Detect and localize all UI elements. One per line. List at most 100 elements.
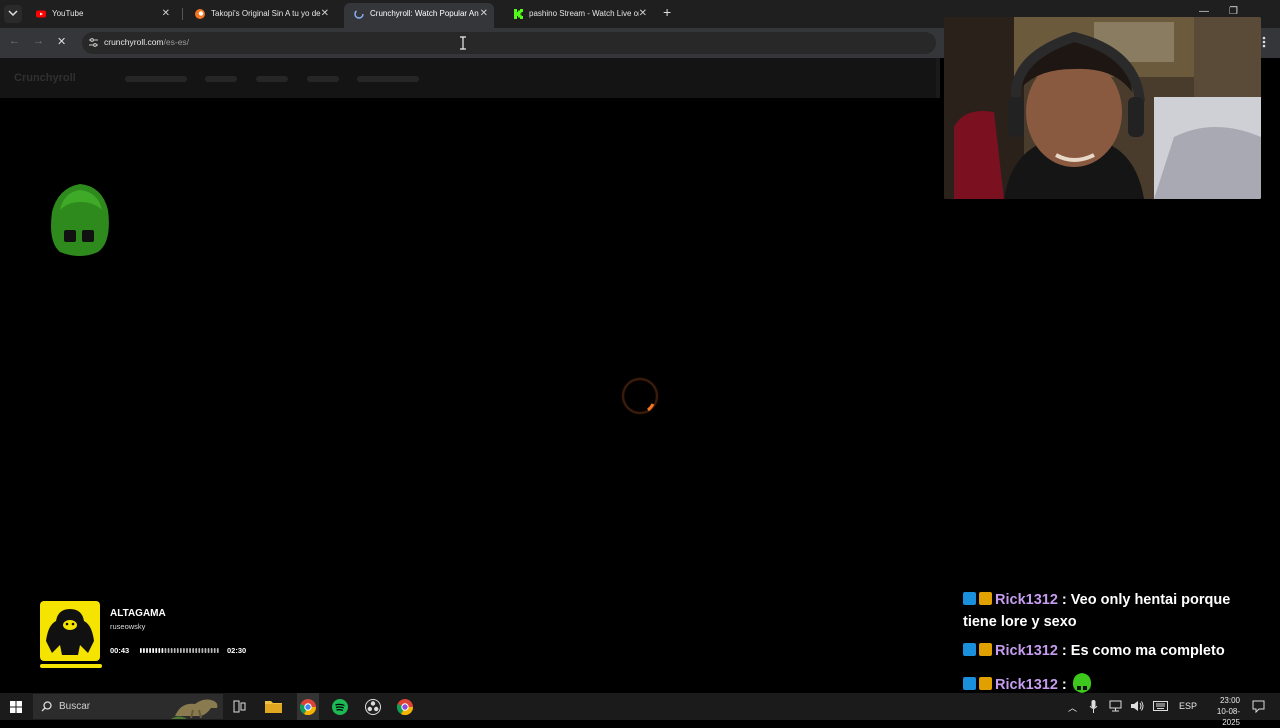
task-view-icon[interactable] bbox=[233, 700, 246, 713]
forward-button[interactable]: → bbox=[33, 35, 44, 47]
stop-loading-button[interactable]: ✕ bbox=[57, 35, 66, 48]
tab-title: Crunchyroll: Watch Popular An bbox=[370, 9, 479, 18]
more-options-icon[interactable] bbox=[1262, 36, 1266, 48]
progress-segment bbox=[149, 648, 151, 653]
address-bar[interactable]: crunchyroll.com/es-es/ bbox=[82, 32, 936, 54]
progress-segment bbox=[143, 648, 145, 653]
file-explorer-icon[interactable] bbox=[265, 699, 282, 713]
show-hidden-icons-button[interactable]: ︿ bbox=[1068, 701, 1077, 714]
notifications-icon[interactable] bbox=[1252, 700, 1265, 713]
progress-segment bbox=[198, 648, 201, 653]
crunchyroll-icon bbox=[195, 9, 205, 19]
system-clock[interactable]: 23:00 10-08-2025 bbox=[1200, 695, 1240, 728]
chat-message-continuation: tiene lore y sexo bbox=[963, 614, 1077, 630]
minimize-button[interactable]: — bbox=[1199, 6, 1209, 17]
url-text: crunchyroll.com/es-es/ bbox=[104, 37, 189, 47]
progress-segment bbox=[173, 648, 176, 653]
progress-segment bbox=[201, 648, 204, 653]
tab-title: YouTube bbox=[52, 9, 84, 18]
microphone-icon[interactable] bbox=[1089, 700, 1098, 713]
tab-kick[interactable]: pashino Stream - Watch Live or ✕ bbox=[503, 3, 653, 25]
loading-icon bbox=[354, 9, 364, 19]
progress-segment bbox=[204, 648, 207, 653]
close-icon[interactable]: ✕ bbox=[480, 3, 488, 25]
chrome-icon[interactable] bbox=[300, 699, 316, 715]
progress-segment bbox=[192, 648, 194, 653]
progress-segment bbox=[167, 648, 170, 653]
windows-start-icon[interactable] bbox=[10, 701, 22, 713]
progress-segment bbox=[170, 648, 173, 653]
tab-divider bbox=[182, 8, 183, 20]
total-time: 02:30 bbox=[227, 646, 247, 655]
progress-segment bbox=[161, 648, 164, 653]
back-button[interactable]: ← bbox=[9, 35, 20, 47]
chat-text: Veo only hentai porque bbox=[1070, 592, 1231, 608]
song-progress-bar[interactable] bbox=[140, 648, 220, 653]
progress-segment bbox=[216, 648, 219, 653]
song-title: ALTAGAMA bbox=[110, 608, 166, 619]
search-placeholder: Buscar bbox=[59, 701, 91, 712]
nav-placeholder bbox=[357, 76, 419, 82]
now-playing-widget: ALTAGAMA ruseowsky 00:43 02:30 bbox=[38, 600, 260, 670]
progress-segment bbox=[207, 648, 210, 653]
progress-segment bbox=[176, 648, 179, 653]
nav-placeholder bbox=[125, 76, 187, 82]
chat-text: Es como ma completo bbox=[1070, 643, 1225, 659]
webcam-overlay bbox=[944, 17, 1261, 199]
restore-button[interactable]: ❐ bbox=[1229, 6, 1238, 17]
crown-badge-icon bbox=[979, 643, 992, 656]
chrome-profile-icon[interactable] bbox=[397, 699, 413, 715]
loading-spinner bbox=[621, 377, 659, 415]
album-cover bbox=[40, 601, 100, 661]
chat-message: Rick1312 : bbox=[963, 672, 1093, 694]
chat-username: Rick1312 bbox=[995, 677, 1058, 693]
green-emote-icon bbox=[1072, 673, 1091, 693]
tab-search-button[interactable] bbox=[4, 5, 22, 23]
progress-segment bbox=[158, 648, 161, 653]
taskbar: Buscar ︿ ESP 23:00 10-08-2025 bbox=[0, 693, 1280, 727]
clock-time: 23:00 bbox=[1219, 696, 1240, 705]
progress-segment bbox=[152, 648, 154, 653]
elapsed-time: 00:43 bbox=[110, 646, 130, 655]
chat-message: Rick1312 : Es como ma completo bbox=[963, 643, 1225, 659]
progress-segment bbox=[164, 648, 167, 653]
tab-youtube[interactable]: YouTube ✕ bbox=[26, 3, 176, 25]
url-path: /es-es/ bbox=[163, 37, 190, 47]
chat-username: Rick1312 bbox=[995, 643, 1058, 659]
site-header: Crunchyroll bbox=[0, 58, 936, 98]
site-info-icon[interactable] bbox=[88, 37, 99, 48]
chat-username: Rick1312 bbox=[995, 592, 1058, 608]
tab-title: pashino Stream - Watch Live or bbox=[529, 9, 639, 18]
language-indicator[interactable]: ESP bbox=[1179, 701, 1197, 711]
network-icon[interactable] bbox=[1109, 700, 1122, 712]
tab-title: Takopi's Original Sin A tu yo de bbox=[211, 9, 321, 18]
chat-text: tiene lore y sexo bbox=[963, 614, 1077, 630]
taskbar-search[interactable]: Buscar bbox=[33, 694, 223, 719]
new-tab-button[interactable]: + bbox=[663, 4, 671, 20]
chevron-down-icon bbox=[8, 10, 18, 17]
progress-segment bbox=[146, 648, 148, 653]
dinosaur-illustration-icon bbox=[171, 699, 218, 719]
tab-crunchyroll[interactable]: Crunchyroll: Watch Popular An ✕ bbox=[344, 3, 494, 28]
progress-segment bbox=[140, 648, 142, 653]
progress-segment bbox=[195, 648, 198, 653]
verified-badge-icon bbox=[963, 592, 976, 605]
close-icon[interactable]: ✕ bbox=[639, 3, 647, 25]
progress-segment bbox=[155, 648, 158, 653]
gorilla-icon bbox=[46, 609, 94, 655]
tab-takopi[interactable]: Takopi's Original Sin A tu yo de ✕ bbox=[185, 3, 335, 25]
obs-icon[interactable] bbox=[365, 699, 381, 715]
spotify-icon[interactable] bbox=[332, 699, 348, 715]
progress-segment bbox=[180, 648, 182, 653]
progress-segment bbox=[186, 648, 188, 653]
streamer-camera-image bbox=[944, 17, 1261, 199]
green-emote-icon bbox=[51, 184, 109, 256]
keyboard-icon[interactable] bbox=[1153, 701, 1168, 711]
close-icon[interactable]: ✕ bbox=[321, 3, 329, 25]
verified-badge-icon bbox=[963, 677, 976, 690]
progress-segment bbox=[183, 648, 185, 653]
close-icon[interactable]: ✕ bbox=[162, 3, 170, 25]
kick-icon bbox=[514, 9, 523, 19]
volume-icon[interactable] bbox=[1130, 700, 1144, 712]
crown-badge-icon bbox=[979, 677, 992, 690]
